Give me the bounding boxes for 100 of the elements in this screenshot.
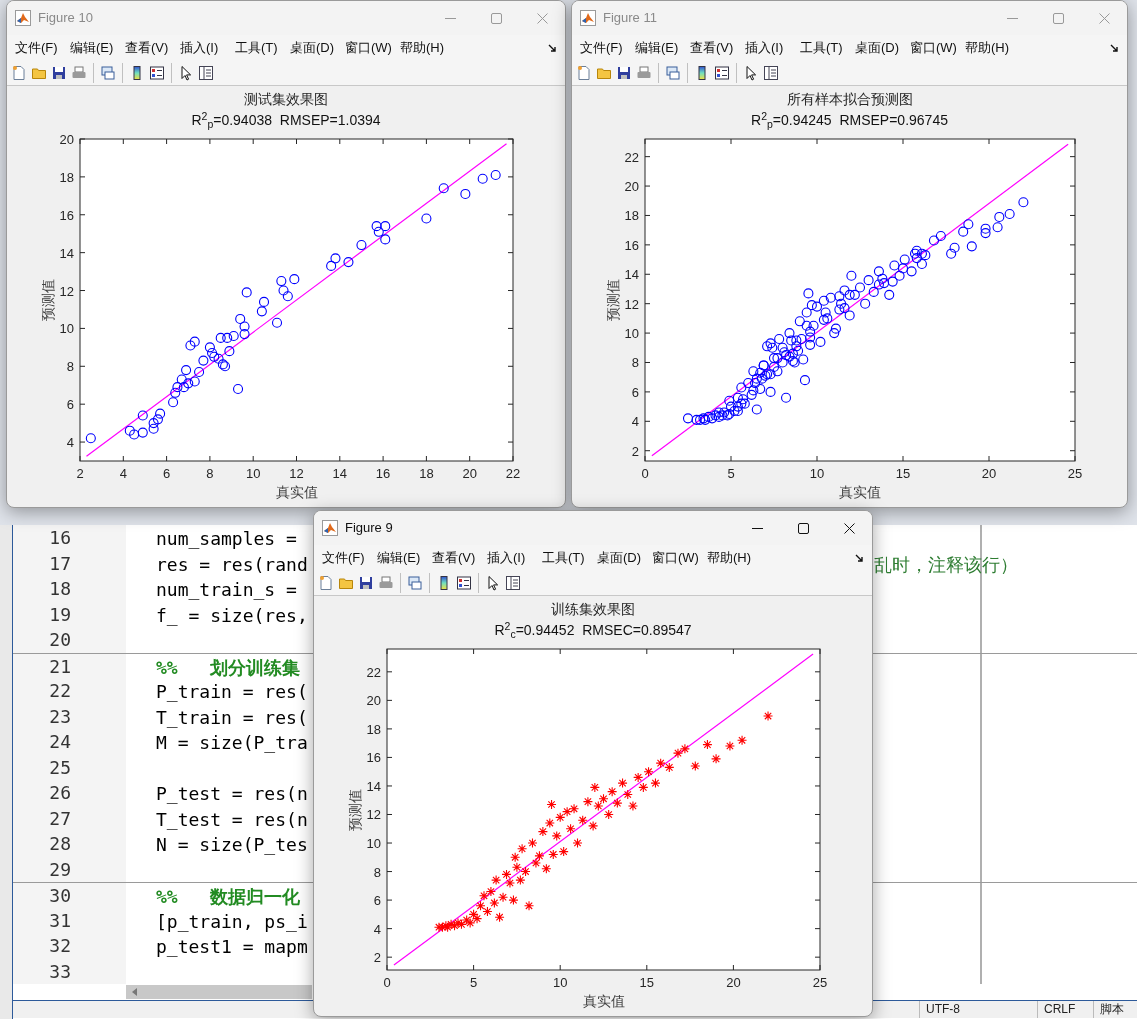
tick-label: 5 <box>727 466 735 481</box>
menu-item[interactable]: 帮助(H) <box>705 548 753 568</box>
menu-item[interactable]: 帮助(H) <box>398 38 446 58</box>
menu-item[interactable]: 插入(I) <box>485 548 533 568</box>
tick-label: 14 <box>332 466 348 481</box>
menu-item[interactable]: 工具(T) <box>798 38 846 58</box>
tick-label: 12 <box>289 466 304 481</box>
y-axis-label: 预测值 <box>605 279 621 321</box>
tick-label: 4 <box>66 435 74 451</box>
line-number: 29 <box>13 856 126 882</box>
tick-label: 16 <box>375 466 391 481</box>
code-line: T_train = res( <box>156 706 308 728</box>
tick-label: 14 <box>624 267 639 283</box>
line-number: 24 <box>13 729 126 756</box>
y-axis-label: 预测值 <box>40 279 56 321</box>
tick-label: 8 <box>206 466 214 481</box>
code-line: P_train = res( <box>156 681 308 702</box>
tick-label: 2 <box>76 466 84 481</box>
menu-item[interactable]: 编辑(E) <box>68 38 116 58</box>
tick-label: 0 <box>641 466 649 481</box>
line-number: 21 <box>13 653 126 681</box>
tick-label: 10 <box>59 321 74 337</box>
window-title: Figure 10 <box>38 9 93 28</box>
tick-label: 22 <box>366 664 381 680</box>
status-item: 脚本 <box>1093 1001 1137 1018</box>
menu-item[interactable]: 文件(F) <box>578 38 626 58</box>
menu-item[interactable]: 工具(T) <box>233 38 281 58</box>
status-item: CRLF <box>1037 1001 1093 1018</box>
code-line: N = size(P_tes <box>156 834 308 855</box>
tick-label: 25 <box>1067 466 1083 481</box>
menu-item[interactable]: 桌面(D) <box>288 38 336 58</box>
menu-item[interactable]: 编辑(E) <box>633 38 681 58</box>
code-line: [p_train, ps_i <box>156 910 308 932</box>
tick-label: 6 <box>373 893 381 909</box>
tick-label: 18 <box>366 721 381 737</box>
tick-label: 2 <box>631 443 639 459</box>
window-title: Figure 9 <box>345 519 393 538</box>
chart-metrics: R$^{2}$$_{p}$=0.94245 RMSEP=0.96745 <box>751 109 948 132</box>
menu-item[interactable]: 查看(V) <box>688 38 736 58</box>
line-number: 22 <box>13 678 126 705</box>
x-axis-label: 真实值 <box>839 484 881 500</box>
tick-label: 10 <box>624 326 639 342</box>
line-number: 18 <box>13 576 126 603</box>
x-axis-label: 真实值 <box>275 484 318 500</box>
chart-title: 所有样本拟合预测图 <box>786 90 913 109</box>
y-axis-label: 预测值 <box>347 788 363 831</box>
menu-item[interactable]: 插入(I) <box>743 38 791 58</box>
tick-label: 10 <box>366 836 381 852</box>
tick-label: 4 <box>373 921 381 937</box>
tick-label: 12 <box>366 807 381 823</box>
chart-title: 训练集效果图 <box>551 600 635 619</box>
menu-item[interactable]: 工具(T) <box>540 548 588 568</box>
tick-label: 20 <box>462 466 477 481</box>
menu-item[interactable]: 窗口(W) <box>650 548 698 568</box>
code-line: p_test1 = mapm <box>156 936 308 957</box>
line-number: 28 <box>13 831 126 858</box>
line-number: 25 <box>13 754 126 780</box>
menu-item[interactable]: 桌面(D) <box>853 38 901 58</box>
tick-label: 16 <box>59 207 74 223</box>
menu-item[interactable]: 窗口(W) <box>343 38 391 58</box>
tick-label: 15 <box>639 975 655 990</box>
code-comment: %% 划分训练集 <box>156 656 301 678</box>
menu-item[interactable]: 查看(V) <box>430 548 478 568</box>
tick-label: 18 <box>624 208 639 224</box>
tick-label: 25 <box>812 975 828 990</box>
menu-item[interactable]: 帮助(H) <box>963 38 1011 58</box>
code-line: M = size(P_tra <box>156 732 308 753</box>
tick-label: 14 <box>366 778 381 794</box>
tick-label: 20 <box>981 466 997 481</box>
menu-item[interactable]: 查看(V) <box>123 38 171 58</box>
menu-item[interactable]: 编辑(E) <box>375 548 423 568</box>
menu-item[interactable]: 窗口(W) <box>908 38 956 58</box>
tick-label: 5 <box>470 975 478 990</box>
menu-item[interactable]: 文件(F) <box>13 38 61 58</box>
tick-label: 18 <box>59 169 74 185</box>
tick-label: 8 <box>631 355 639 371</box>
x-axis-label: 真实值 <box>582 993 625 1009</box>
menu-item[interactable]: 桌面(D) <box>595 548 643 568</box>
tick-label: 4 <box>119 466 127 481</box>
line-number: 33 <box>13 958 126 984</box>
tick-label: 20 <box>624 179 639 195</box>
menu-item[interactable]: 文件(F) <box>320 548 368 568</box>
tick-label: 6 <box>163 466 171 481</box>
chart-title: 测试集效果图 <box>244 90 328 109</box>
menu-item[interactable]: 插入(I) <box>178 38 226 58</box>
tick-label: 14 <box>59 245 74 261</box>
tick-label: 10 <box>552 975 568 990</box>
tick-label: 12 <box>624 296 639 312</box>
chart-metrics: R$^{2}$$_{c}$=0.94452 RMSEC=0.89547 <box>494 619 692 642</box>
status-item: UTF-8 <box>919 1001 1037 1018</box>
code-comment: %% 数据归一化 <box>156 886 301 907</box>
tick-label: 16 <box>366 750 381 766</box>
tick-label: 16 <box>624 237 639 253</box>
tick-label: 22 <box>505 466 521 481</box>
tick-label: 4 <box>631 414 639 430</box>
tick-label: 10 <box>245 466 261 481</box>
tick-label: 6 <box>66 397 74 413</box>
line-number: 16 <box>13 525 126 552</box>
tick-label: 0 <box>383 975 391 990</box>
chart-metrics: R$^{2}$$_{p}$=0.94038 RMSEP=1.0394 <box>191 109 381 132</box>
